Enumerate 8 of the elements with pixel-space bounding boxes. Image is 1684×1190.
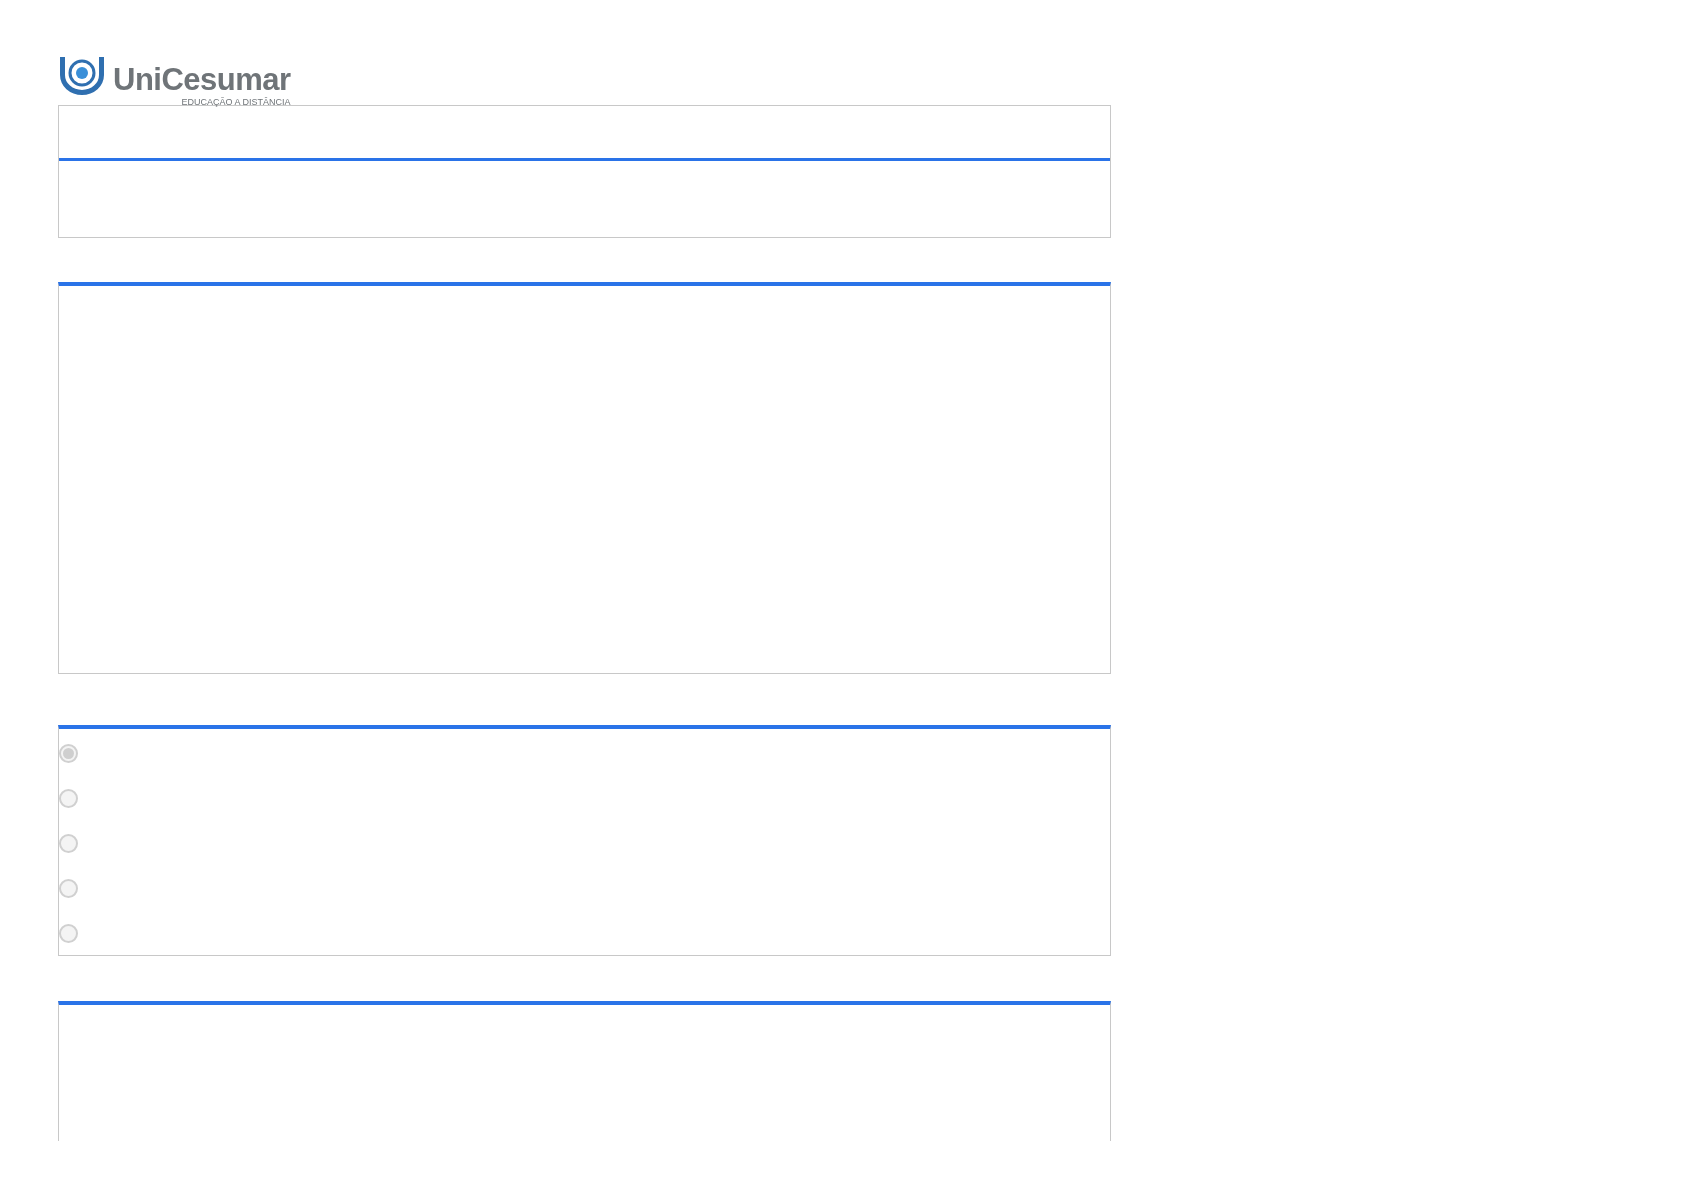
radio-button[interactable] xyxy=(59,789,78,808)
logo-icon xyxy=(58,55,106,98)
radio-button[interactable] xyxy=(59,879,78,898)
radio-button[interactable] xyxy=(59,924,78,943)
radio-button[interactable] xyxy=(59,834,78,853)
logo-wordmark: UniCesumar xyxy=(113,63,291,97)
logo-tagline: EDUCAÇÃO A DISTÂNCIA xyxy=(181,97,291,107)
radio-button[interactable] xyxy=(59,744,78,763)
